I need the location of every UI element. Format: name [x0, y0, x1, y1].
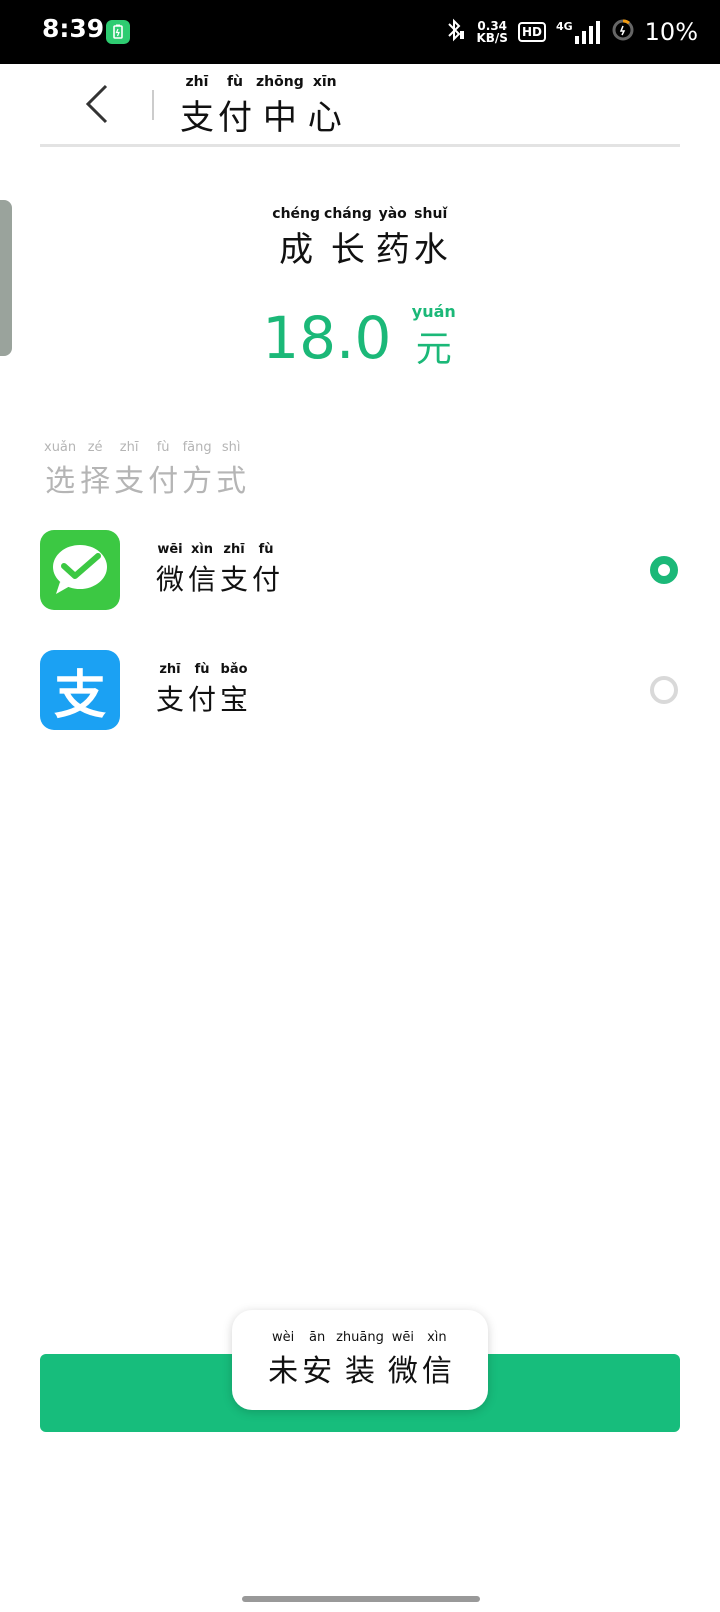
battery-ring-icon [611, 18, 635, 46]
price: 18.0 yuán 元 [0, 302, 720, 373]
header-divider [40, 144, 680, 147]
ruby-char: fāng 方 [182, 440, 213, 499]
ruby-char: shuǐ 水 [413, 206, 448, 270]
network-type: 4G [555, 20, 573, 33]
radio-selected[interactable] [650, 556, 678, 584]
page-title: zhī 支 fù 付 zhōng 中 xīn 心 [178, 74, 344, 139]
ruby-char: xìn 信 [188, 542, 217, 596]
ruby-char: shì 式 [216, 440, 247, 499]
ruby-char: chéng 成 [272, 206, 321, 270]
network-speed-unit: KB/S [476, 31, 508, 45]
ruby-char: zhī 支 [114, 440, 145, 499]
payment-name: zhī 支 fù 付 bǎo 宝 [154, 662, 250, 718]
header: zhī 支 fù 付 zhōng 中 xīn 心 [0, 64, 720, 148]
alipay-icon: 支 [40, 650, 120, 730]
radio-unselected[interactable] [650, 676, 678, 704]
ruby-char: fù 付 [188, 662, 217, 716]
ruby-char: ān 安 [302, 1330, 333, 1389]
battery-percent: 10% [644, 18, 698, 46]
ruby-char: fù 付 [218, 74, 252, 138]
ruby-char: zé 择 [80, 440, 111, 499]
toast-message: wèi 未 ān 安 zhuāng 装 wēi 微 xìn 信 [232, 1310, 488, 1410]
status-time: 8:39 [42, 14, 105, 43]
ruby-char: cháng 长 [324, 206, 372, 270]
back-button[interactable] [78, 82, 122, 126]
ruby-char: wēi 微 [387, 1330, 418, 1389]
title-divider [152, 90, 154, 120]
ruby-char: xīn 心 [307, 74, 342, 138]
signal-icon: 4G [556, 20, 601, 44]
price-value: 18.0 [262, 304, 392, 372]
ruby-char: zhī 支 [220, 542, 249, 596]
chevron-left-icon [85, 84, 108, 124]
ruby-char: bǎo 宝 [220, 662, 249, 716]
ruby-char: xìn 信 [421, 1330, 452, 1389]
ruby-char: zhī 支 [180, 74, 214, 138]
bluetooth-icon [444, 17, 466, 47]
ruby-char: zhī 支 [156, 662, 185, 716]
payment-option-alipay[interactable]: 支 zhī 支 fù 付 bǎo 宝 [0, 650, 720, 734]
ruby-char: wèi 未 [268, 1330, 299, 1389]
ruby-char: fù 付 [252, 542, 281, 596]
ruby-char: yào 药 [375, 206, 410, 270]
status-icons: 0.34 KB/S HD 4G 10% [444, 12, 698, 52]
payment-name: wēi 微 xìn 信 zhī 支 fù 付 [154, 542, 282, 598]
wechat-pay-icon [40, 530, 120, 610]
product-name: chéng 成 cháng 长 yào 药 shuǐ 水 [0, 206, 720, 271]
ruby-char: zhuāng 装 [336, 1330, 384, 1389]
battery-saver-icon [106, 20, 130, 44]
network-speed: 0.34 KB/S [476, 20, 507, 44]
ruby-char: xuǎn 选 [44, 440, 77, 499]
ruby-char: zhōng 中 [256, 74, 304, 138]
currency-unit: yuán 元 [411, 302, 456, 371]
status-bar: 8:39 0.34 KB/S HD 4G 10% [0, 0, 720, 64]
home-indicator[interactable] [242, 1596, 480, 1602]
ruby-char: fù 付 [148, 440, 179, 499]
hd-icon: HD [517, 22, 546, 42]
payment-option-wechat[interactable]: wēi 微 xìn 信 zhī 支 fù 付 [0, 530, 720, 614]
section-label: xuǎn 选 zé 择 zhī 支 fù 付 fāng 方 shì 式 [42, 440, 248, 500]
ruby-char: wēi 微 [156, 542, 185, 596]
